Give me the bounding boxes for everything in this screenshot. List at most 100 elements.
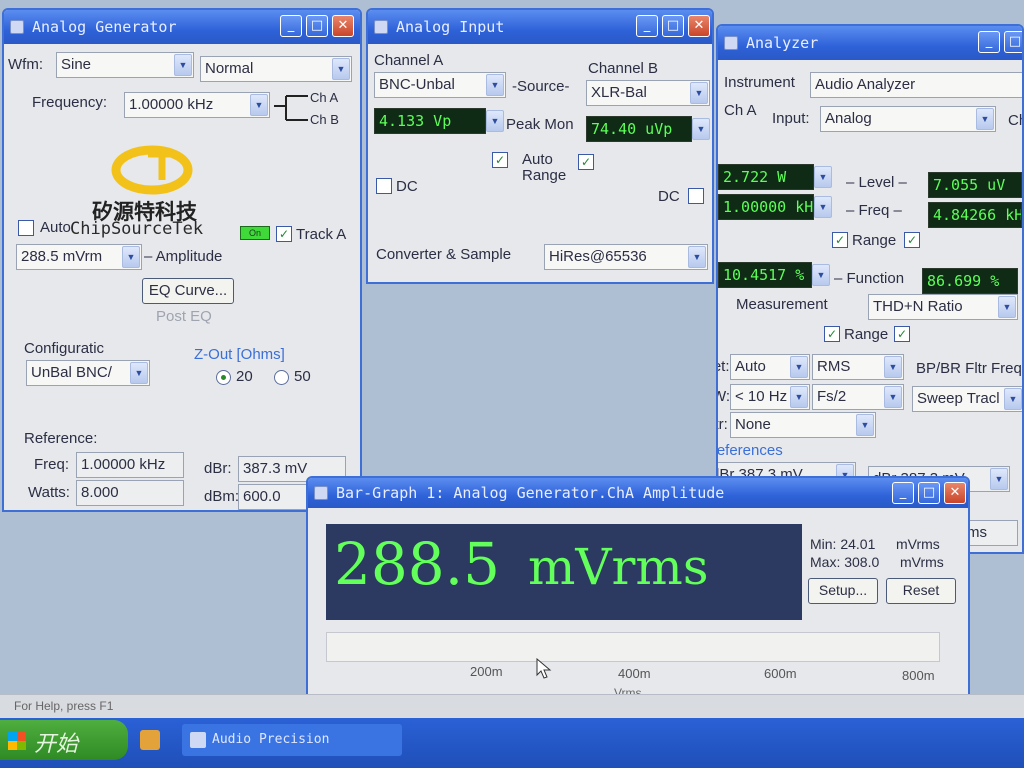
channel-b-dc-label: DC: [658, 188, 680, 205]
track-a-checkbox[interactable]: ✓: [276, 226, 292, 242]
chevron-down-icon[interactable]: ▼: [790, 356, 808, 378]
app-icon: [314, 486, 328, 500]
chevron-down-icon[interactable]: ▼: [884, 356, 902, 378]
function-range-checkbox-b[interactable]: ✓: [894, 326, 910, 342]
chevron-down-icon[interactable]: ▼: [174, 54, 192, 76]
chevron-down-icon[interactable]: ▼: [856, 414, 874, 436]
level-range-label: Range: [852, 232, 897, 249]
bw-upper-select[interactable]: Fs/2 ▼: [812, 384, 904, 410]
channel-a-auto-range-checkbox[interactable]: ✓: [492, 152, 508, 168]
minimize-icon[interactable]: _: [636, 15, 658, 37]
zout-20-radio[interactable]: [216, 370, 231, 385]
close-icon[interactable]: ✕: [688, 15, 710, 37]
reset-button[interactable]: Reset: [886, 578, 956, 604]
maximize-icon[interactable]: □: [662, 15, 684, 37]
sweep-track-select[interactable]: Sweep Tracl ▼: [912, 386, 1022, 412]
chevron-down-icon[interactable]: ▼: [122, 246, 140, 268]
track-a-label: Track A: [296, 226, 347, 243]
chevron-down-icon[interactable]: ▼: [814, 196, 832, 218]
chevron-down-icon[interactable]: ▼: [976, 108, 994, 130]
chevron-down-icon[interactable]: ▼: [486, 110, 504, 132]
chevron-down-icon[interactable]: ▼: [688, 246, 706, 268]
start-button[interactable]: 开始: [0, 720, 128, 760]
waveform-select[interactable]: Sine ▼: [56, 52, 194, 78]
wfm-label: Wfm:: [8, 56, 43, 73]
app-icon: [374, 20, 388, 34]
channel-a-dc-checkbox[interactable]: [376, 178, 392, 194]
partial-field[interactable]: ms: [962, 520, 1018, 546]
chevron-down-icon[interactable]: ▼: [998, 296, 1016, 318]
channel-b-label: Channel B: [588, 60, 659, 77]
frequency-label: Frequency:: [32, 94, 108, 111]
filter-select[interactable]: None ▼: [730, 412, 876, 438]
input-select[interactable]: Analog ▼: [820, 106, 996, 132]
chevron-down-icon[interactable]: ▼: [790, 386, 808, 408]
chevron-down-icon[interactable]: ▼: [1004, 388, 1022, 410]
source-label: -Source-: [512, 78, 570, 95]
channel-b-auto-range-checkbox[interactable]: ✓: [578, 154, 594, 170]
filter-value: None: [735, 416, 771, 433]
frequency-value: 1.00000 kHz: [129, 96, 214, 113]
analog-generator-titlebar[interactable]: Analog Generator _ □ ✕: [4, 10, 360, 44]
dbr-label: dBr:: [204, 460, 232, 477]
measurement-value: THD+N Ratio: [873, 298, 963, 315]
close-icon[interactable]: ✕: [332, 15, 354, 37]
dbm-label: dBm:: [204, 488, 240, 505]
minimize-icon[interactable]: _: [978, 31, 1000, 53]
bw-select[interactable]: < 10 Hz ▼: [730, 384, 810, 410]
ch-b-label: Ch B: [310, 112, 339, 127]
mode-select[interactable]: Normal ▼: [200, 56, 352, 82]
chevron-down-icon[interactable]: ▼: [332, 58, 350, 80]
bar-graph-titlebar[interactable]: Bar-Graph 1: Analog Generator.ChA Amplit…: [308, 478, 968, 508]
det-select[interactable]: Auto ▼: [730, 354, 810, 380]
configuration-select[interactable]: UnBal BNC/ ▼: [26, 360, 150, 386]
level-range-checkbox[interactable]: ✓: [832, 232, 848, 248]
channel-b-dc-checkbox[interactable]: [688, 188, 704, 204]
minimize-icon[interactable]: _: [892, 482, 914, 504]
min-unit: mVrms: [896, 536, 940, 552]
close-icon[interactable]: ✕: [944, 482, 966, 504]
frequency-field[interactable]: 1.00000 kHz ▼: [124, 92, 270, 118]
chevron-down-icon[interactable]: ▼: [884, 386, 902, 408]
ref-freq-field[interactable]: 1.00000 kHz: [76, 452, 184, 478]
chevron-down-icon[interactable]: ▼: [130, 362, 148, 384]
chevron-down-icon[interactable]: ▼: [692, 118, 710, 140]
converter-select[interactable]: HiRes@65536 ▼: [544, 244, 708, 270]
det-mode-select[interactable]: RMS ▼: [812, 354, 904, 380]
reference-label: Reference:: [24, 430, 98, 447]
analyzer-titlebar[interactable]: Analyzer _ □: [718, 26, 1022, 60]
ref-freq-label: Freq:: [34, 456, 70, 473]
eq-curve-button[interactable]: EQ Curve...: [142, 278, 234, 304]
measurement-select[interactable]: THD+N Ratio ▼: [868, 294, 1018, 320]
bw-label: BW:: [718, 388, 731, 405]
quick-launch-icon[interactable]: [140, 730, 160, 750]
taskbar-task-audio-precision[interactable]: Audio Precision: [182, 724, 402, 756]
chevron-down-icon[interactable]: ▼: [690, 82, 708, 104]
auto-checkbox[interactable]: [18, 220, 34, 236]
sweep-track-value: Sweep Tracl: [917, 390, 1000, 407]
chevron-down-icon[interactable]: ▼: [990, 468, 1008, 490]
chevron-down-icon[interactable]: ▼: [486, 74, 504, 96]
maximize-icon[interactable]: □: [1004, 31, 1022, 53]
waveform-value: Sine: [61, 56, 92, 73]
zout-50-radio[interactable]: [274, 370, 289, 385]
channel-a-source-select[interactable]: BNC-Unbal ▼: [374, 72, 506, 98]
chevron-down-icon[interactable]: ▼: [250, 94, 268, 116]
ref-watts-field[interactable]: 8.000: [76, 480, 184, 506]
chevron-down-icon[interactable]: ▼: [814, 166, 832, 188]
level-range-checkbox-b[interactable]: ✓: [904, 232, 920, 248]
maximize-icon[interactable]: □: [918, 482, 940, 504]
instrument-select[interactable]: Audio Analyzer: [810, 72, 1022, 98]
amplitude-field[interactable]: 288.5 mVrm ▼: [16, 244, 142, 270]
setup-button[interactable]: Setup...: [808, 578, 878, 604]
zout-50-label: 50: [294, 368, 311, 385]
max-unit: mVrms: [900, 554, 944, 570]
maximize-icon[interactable]: □: [306, 15, 328, 37]
channel-b-source-select[interactable]: XLR-Bal ▼: [586, 80, 710, 106]
function-range-checkbox[interactable]: ✓: [824, 326, 840, 342]
bar-graph-track: [326, 632, 940, 662]
analog-input-titlebar[interactable]: Analog Input _ □ ✕: [368, 10, 712, 44]
minimize-icon[interactable]: _: [280, 15, 302, 37]
chevron-down-icon[interactable]: ▼: [812, 264, 830, 286]
task-label: Audio Precision: [212, 732, 330, 747]
